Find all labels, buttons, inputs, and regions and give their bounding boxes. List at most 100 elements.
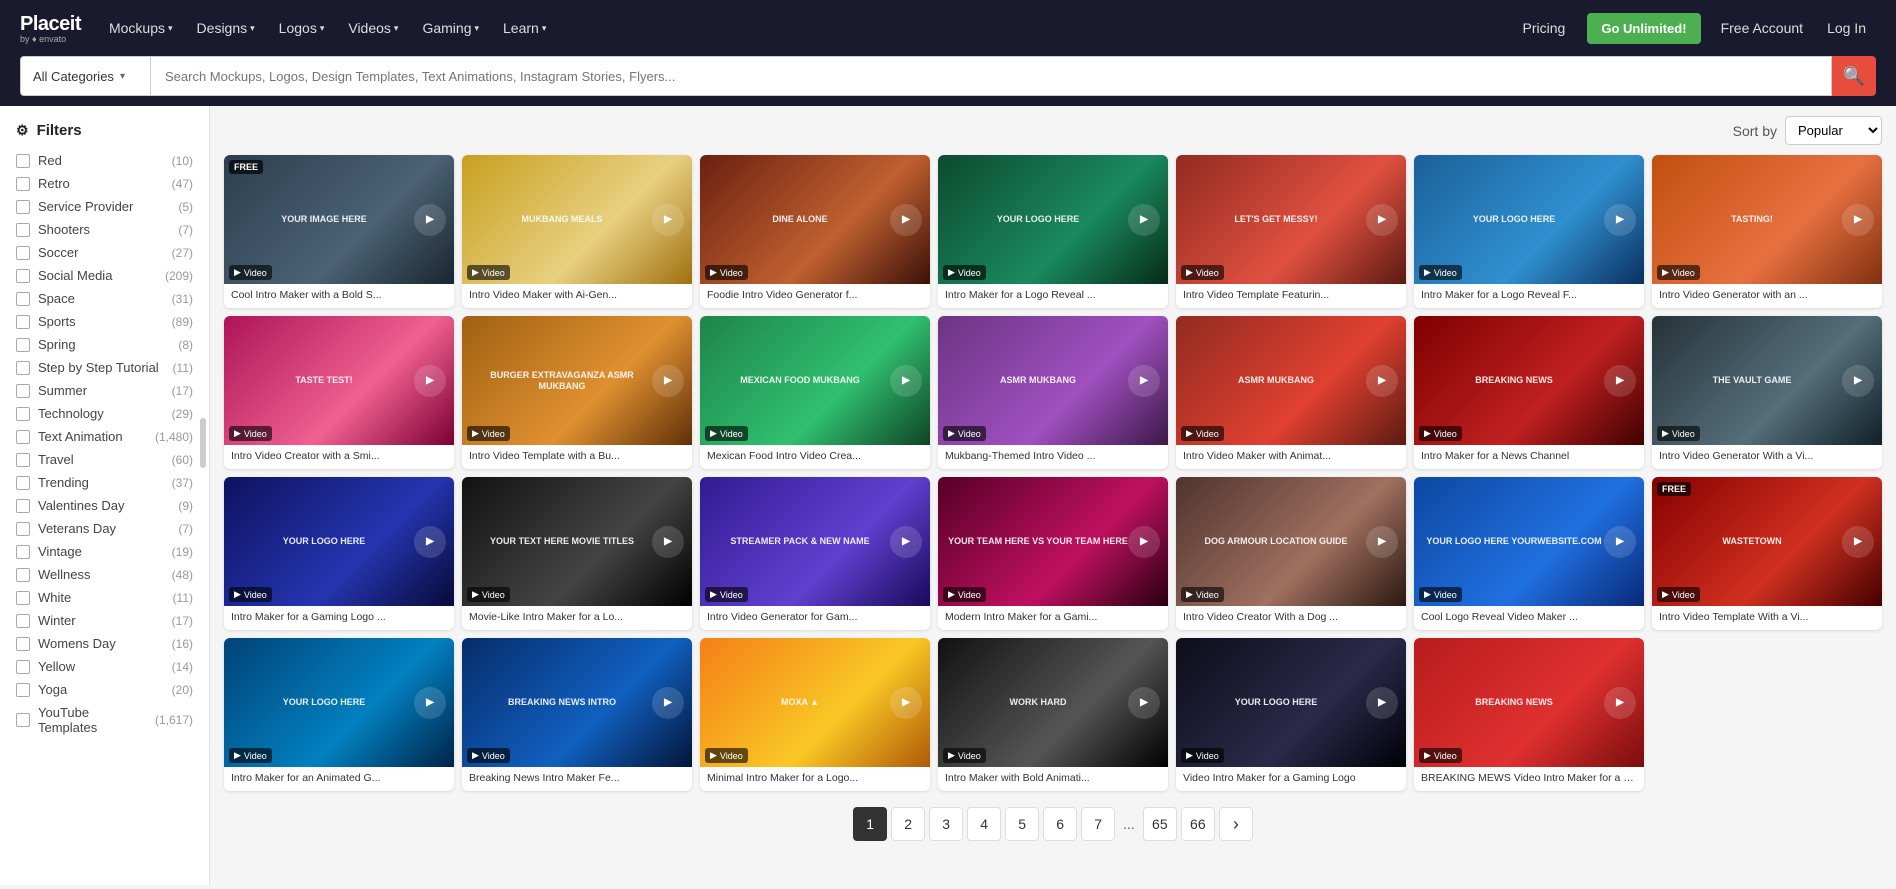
nav-gaming[interactable]: Gaming▾ bbox=[412, 0, 489, 56]
card[interactable]: ▶ DINE ALONE ▶Video Foodie Intro Video G… bbox=[700, 155, 930, 308]
sidebar-checkbox[interactable] bbox=[16, 315, 30, 329]
card[interactable]: ▶ YOUR LOGO HERE yourwebsite.com ▶Video … bbox=[1414, 477, 1644, 630]
card[interactable]: ▶ STREAMER PACK & NEW NAME ▶Video Intro … bbox=[700, 477, 930, 630]
sidebar-item[interactable]: Winter (17) bbox=[0, 609, 209, 632]
card[interactable]: ▶ YOUR IMAGE HERE FREE ▶Video Cool Intro… bbox=[224, 155, 454, 308]
card[interactable]: ▶ YOUR LOGO HERE ▶Video Intro Maker for … bbox=[224, 638, 454, 791]
sidebar-item[interactable]: YouTube Templates (1,617) bbox=[0, 701, 209, 739]
page-btn-7[interactable]: 7 bbox=[1081, 807, 1115, 841]
card[interactable]: ▶ YOUR TEAM HERE VS YOUR TEAM HERE ▶Vide… bbox=[938, 477, 1168, 630]
card[interactable]: ▶ ASMR MUKBANG ▶Video Intro Video Maker … bbox=[1176, 316, 1406, 469]
sidebar-checkbox[interactable] bbox=[16, 637, 30, 651]
sidebar-item[interactable]: Space (31) bbox=[0, 287, 209, 310]
page-btn-1[interactable]: 1 bbox=[853, 807, 887, 841]
sidebar-checkbox[interactable] bbox=[16, 545, 30, 559]
sidebar-item[interactable]: Step by Step Tutorial (11) bbox=[0, 356, 209, 379]
sidebar-item[interactable]: Sports (89) bbox=[0, 310, 209, 333]
sidebar-item[interactable]: Technology (29) bbox=[0, 402, 209, 425]
card[interactable]: ▶ BURGER EXTRAVAGANZA ASMR MUKBANG ▶Vide… bbox=[462, 316, 692, 469]
sidebar-item[interactable]: Valentines Day (9) bbox=[0, 494, 209, 517]
sidebar-item[interactable]: Service Provider (5) bbox=[0, 195, 209, 218]
sort-select[interactable]: Popular Newest Oldest bbox=[1785, 116, 1882, 145]
sidebar-item[interactable]: Yoga (20) bbox=[0, 678, 209, 701]
pricing-link[interactable]: Pricing bbox=[1511, 20, 1578, 36]
page-btn-4[interactable]: 4 bbox=[967, 807, 1001, 841]
sidebar-checkbox[interactable] bbox=[16, 154, 30, 168]
sidebar-item[interactable]: Wellness (48) bbox=[0, 563, 209, 586]
sidebar-item[interactable]: Retro (47) bbox=[0, 172, 209, 195]
login-link[interactable]: Log In bbox=[1817, 20, 1876, 36]
card[interactable]: ▶ TASTE TEST! ▶Video Intro Video Creator… bbox=[224, 316, 454, 469]
go-unlimited-button[interactable]: Go Unlimited! bbox=[1587, 13, 1700, 44]
nav-learn[interactable]: Learn▾ bbox=[493, 0, 556, 56]
nav-logos[interactable]: Logos▾ bbox=[269, 0, 335, 56]
sidebar-checkbox[interactable] bbox=[16, 591, 30, 605]
card[interactable]: ▶ ASMR MUKBANG ▶Video Mukbang-Themed Int… bbox=[938, 316, 1168, 469]
sidebar-item[interactable]: Text Animation (1,480) bbox=[0, 425, 209, 448]
search-input[interactable] bbox=[150, 56, 1832, 96]
sidebar-checkbox[interactable] bbox=[16, 292, 30, 306]
free-account-link[interactable]: Free Account bbox=[1711, 20, 1814, 36]
nav-videos[interactable]: Videos▾ bbox=[338, 0, 408, 56]
card[interactable]: ▶ YOUR LOGO HERE ▶Video Intro Maker for … bbox=[224, 477, 454, 630]
card[interactable]: ▶ TASTING! ▶Video Intro Video Generator … bbox=[1652, 155, 1882, 308]
page-btn-3[interactable]: 3 bbox=[929, 807, 963, 841]
sidebar-item[interactable]: Trending (37) bbox=[0, 471, 209, 494]
sidebar-checkbox[interactable] bbox=[16, 499, 30, 513]
sidebar-item[interactable]: Travel (60) bbox=[0, 448, 209, 471]
sidebar-checkbox[interactable] bbox=[16, 269, 30, 283]
card[interactable]: ▶ Mukbang Meals ▶Video Intro Video Maker… bbox=[462, 155, 692, 308]
sidebar-checkbox[interactable] bbox=[16, 407, 30, 421]
card[interactable]: ▶ WASTETOWN FREE ▶Video Intro Video Temp… bbox=[1652, 477, 1882, 630]
card[interactable]: ▶ THE VAULT GAME ▶Video Intro Video Gene… bbox=[1652, 316, 1882, 469]
page-btn-5[interactable]: 5 bbox=[1005, 807, 1039, 841]
sidebar-checkbox[interactable] bbox=[16, 361, 30, 375]
card[interactable]: ▶ MEXICAN FOOD MUKBANG ▶Video Mexican Fo… bbox=[700, 316, 930, 469]
logo[interactable]: Placeit by ♦ envato bbox=[20, 13, 81, 44]
sidebar-checkbox[interactable] bbox=[16, 568, 30, 582]
sidebar-checkbox[interactable] bbox=[16, 614, 30, 628]
sidebar-checkbox[interactable] bbox=[16, 200, 30, 214]
sidebar-checkbox[interactable] bbox=[16, 660, 30, 674]
sidebar-scroll-indicator[interactable] bbox=[200, 418, 206, 468]
sidebar-checkbox[interactable] bbox=[16, 223, 30, 237]
sidebar-checkbox[interactable] bbox=[16, 522, 30, 536]
card[interactable]: ▶ BREAKING NEWS ▶Video Intro Maker for a… bbox=[1414, 316, 1644, 469]
sidebar-item[interactable]: Vintage (19) bbox=[0, 540, 209, 563]
sidebar-checkbox[interactable] bbox=[16, 338, 30, 352]
page-btn-65[interactable]: 65 bbox=[1143, 807, 1177, 841]
card[interactable]: ▶ BREAKING NEWS ▶Video BREAKING MEWS Vid… bbox=[1414, 638, 1644, 791]
card[interactable]: ▶ YOUR LOGO HERE ▶Video Intro Maker for … bbox=[1414, 155, 1644, 308]
sidebar-checkbox[interactable] bbox=[16, 476, 30, 490]
category-select[interactable]: All Categories ▾ bbox=[20, 56, 150, 96]
card[interactable]: ▶ BREAKING NEWS INTRO ▶Video Breaking Ne… bbox=[462, 638, 692, 791]
sidebar-item[interactable]: White (11) bbox=[0, 586, 209, 609]
sidebar-item[interactable]: Yellow (14) bbox=[0, 655, 209, 678]
sidebar-item[interactable]: Soccer (27) bbox=[0, 241, 209, 264]
card[interactable]: ▶ YOUR TEXT HERE MOVIE TITLES ▶Video Mov… bbox=[462, 477, 692, 630]
card[interactable]: ▶ YOUR LOGO HERE ▶Video Intro Maker for … bbox=[938, 155, 1168, 308]
card[interactable]: ▶ YOUR LOGO HERE ▶Video Video Intro Make… bbox=[1176, 638, 1406, 791]
nav-designs[interactable]: Designs▾ bbox=[187, 0, 265, 56]
sidebar-item[interactable]: Red (10) bbox=[0, 149, 209, 172]
sidebar-item[interactable]: Veterans Day (7) bbox=[0, 517, 209, 540]
sidebar-checkbox[interactable] bbox=[16, 246, 30, 260]
card[interactable]: ▶ WORK HARD ▶Video Intro Maker with Bold… bbox=[938, 638, 1168, 791]
pagination-next[interactable]: › bbox=[1219, 807, 1253, 841]
sidebar-item[interactable]: Social Media (209) bbox=[0, 264, 209, 287]
nav-mockups[interactable]: Mockups▾ bbox=[99, 0, 183, 56]
card[interactable]: ▶ MOXA ▲ ▶Video Minimal Intro Maker for … bbox=[700, 638, 930, 791]
page-btn-6[interactable]: 6 bbox=[1043, 807, 1077, 841]
sidebar-checkbox[interactable] bbox=[16, 177, 30, 191]
page-btn-2[interactable]: 2 bbox=[891, 807, 925, 841]
page-btn-66[interactable]: 66 bbox=[1181, 807, 1215, 841]
sidebar-checkbox[interactable] bbox=[16, 713, 30, 727]
card[interactable]: ▶ DOG ARMOUR LOCATION GUIDE ▶Video Intro… bbox=[1176, 477, 1406, 630]
sidebar-item[interactable]: Womens Day (16) bbox=[0, 632, 209, 655]
sidebar-item[interactable]: Shooters (7) bbox=[0, 218, 209, 241]
card[interactable]: ▶ LET'S GET MESSY! ▶Video Intro Video Te… bbox=[1176, 155, 1406, 308]
sidebar-item[interactable]: Spring (8) bbox=[0, 333, 209, 356]
sidebar-checkbox[interactable] bbox=[16, 453, 30, 467]
sidebar-checkbox[interactable] bbox=[16, 384, 30, 398]
sidebar-item[interactable]: Summer (17) bbox=[0, 379, 209, 402]
